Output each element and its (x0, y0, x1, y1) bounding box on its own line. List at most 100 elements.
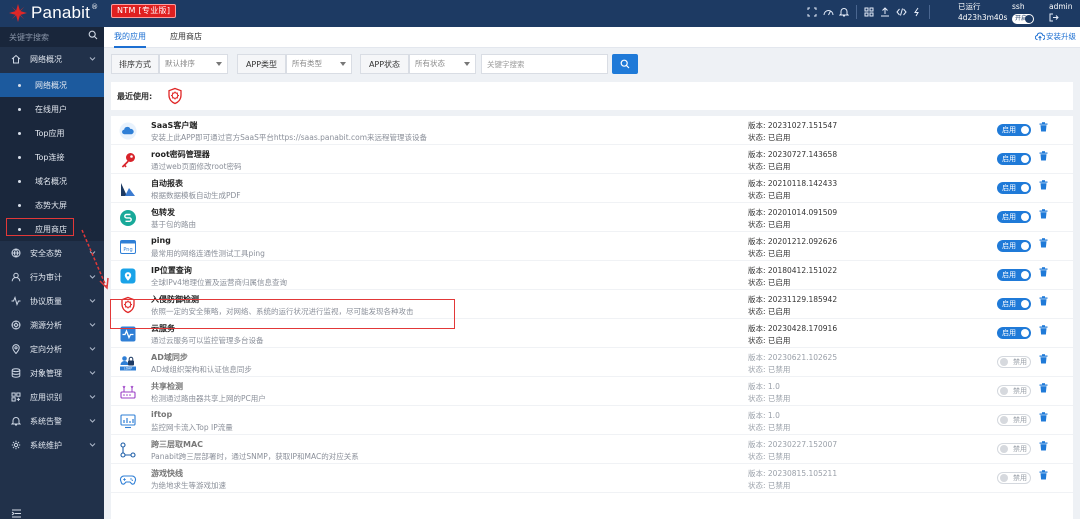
enable-toggle[interactable]: 启用 (997, 153, 1031, 165)
sidebar-search-input[interactable] (9, 31, 81, 43)
cloud-icon (119, 122, 137, 140)
trash-icon[interactable] (1039, 441, 1048, 452)
bullet (18, 107, 21, 111)
app-row-auto-report[interactable]: 自动报表 根据数据模板自动生成PDF 版本: 20210118.142433 状… (111, 174, 1073, 203)
sidebar-item-targeted-analysis[interactable]: 定向分析 (0, 337, 104, 361)
app-row-root-password-manager[interactable]: root密码管理器 通过web页面修改root密码 版本: 20230727.1… (111, 145, 1073, 174)
enable-toggle[interactable]: 启用 (997, 182, 1031, 194)
app-row-saas-client[interactable]: SaaS客户端 安装上此APP即可通过官方SaaS平台https://saas.… (111, 116, 1073, 145)
disable-toggle[interactable]: 禁用 (997, 472, 1031, 484)
trash-icon[interactable] (1039, 354, 1048, 365)
pulse-icon (11, 296, 21, 306)
grid-icon[interactable] (861, 5, 877, 19)
sidebar-item-trace-analysis[interactable]: 溯源分析 (0, 313, 104, 337)
sidebar-sub-situation-screen[interactable]: 态势大屏 (0, 193, 104, 217)
enable-toggle[interactable]: 启用 (997, 327, 1031, 339)
logout-icon[interactable] (1049, 13, 1073, 25)
logo-registered: ® (91, 3, 99, 11)
sidebar-item-app-recognition[interactable]: 应用识别 (0, 385, 104, 409)
dashboard-icon[interactable] (820, 5, 836, 19)
app-status: 状态: 已启用 (748, 249, 791, 258)
sidebar-sub-online-users[interactable]: 在线用户 (0, 97, 104, 121)
sidebar-item-system-alarm[interactable]: 系统告警 (0, 409, 104, 433)
app-version: 版本: 20210118.142433 (748, 179, 838, 188)
code-icon[interactable] (893, 5, 909, 19)
home-icon (11, 54, 21, 64)
annotation-arrow (81, 229, 109, 290)
sidebar-item-label: 网络概况 (30, 54, 62, 64)
logo[interactable]: Panabit ® (8, 2, 98, 24)
app-status-select[interactable]: 所有状态 (409, 54, 476, 74)
app-row-share-detection[interactable]: 共享检测 检测通过路由器共享上网的PC用户 版本: 1.0 状态: 已禁用 禁用 (111, 377, 1073, 406)
forward-icon (120, 210, 136, 226)
cloud-upload-icon (1034, 32, 1046, 41)
bolt-icon[interactable] (909, 5, 925, 19)
app-type-select[interactable]: 所有类型 (286, 54, 352, 74)
app-description: 全球IPv4地理位置及运营商归属信息查询 (151, 278, 287, 287)
app-status: 状态: 已禁用 (748, 423, 791, 432)
trash-icon[interactable] (1039, 209, 1048, 220)
sidebar-item-object-management[interactable]: 对象管理 (0, 361, 104, 385)
app-row-cross-layer3-mac[interactable]: 跨三层取MAC Panabit跨三层部署时，通过SNMP，获取IP和MAC的对应… (111, 435, 1073, 464)
bell-icon[interactable] (836, 5, 852, 19)
disable-toggle[interactable]: 禁用 (997, 356, 1031, 368)
enable-toggle[interactable]: 启用 (997, 269, 1031, 281)
install-upgrade-link[interactable]: 安装升级 (1034, 31, 1076, 42)
search-button[interactable] (612, 54, 638, 74)
disable-toggle[interactable]: 禁用 (997, 414, 1031, 426)
sidebar-sub-network-overview[interactable]: 网络概况 (0, 73, 104, 97)
app-row-iftop[interactable]: iftop 监控网卡流入Top IP流量 版本: 1.0 状态: 已禁用 禁用 (111, 406, 1073, 435)
virus-shield-icon[interactable] (166, 87, 184, 105)
disable-toggle[interactable]: 禁用 (997, 385, 1031, 397)
app-description: 监控网卡流入Top IP流量 (151, 423, 233, 432)
app-name: SaaS客户端 (151, 121, 198, 130)
sidebar-sub-top-apps[interactable]: Top应用 (0, 121, 104, 145)
trash-icon[interactable] (1039, 383, 1048, 394)
enable-toggle[interactable]: 启用 (997, 124, 1031, 136)
app-row-ip-location[interactable]: IP位置查询 全球IPv4地理位置及运营商归属信息查询 版本: 20180412… (111, 261, 1073, 290)
admin-label: admin (1049, 2, 1073, 11)
app-version: 版本: 20201212.092626 (748, 237, 838, 246)
location-icon (11, 344, 21, 354)
app-status-select-value: 所有状态 (415, 59, 445, 68)
trash-icon[interactable] (1039, 151, 1048, 162)
sidebar-item-label: 对象管理 (30, 368, 62, 378)
trash-icon[interactable] (1039, 238, 1048, 249)
ssh-toggle[interactable]: 开启 (1012, 14, 1034, 24)
admin-menu[interactable]: admin (1049, 1, 1073, 25)
app-row-game-accelerator[interactable]: 游戏快线 为绝地求生等游戏加速 版本: 20230815.105211 状态: … (111, 464, 1073, 493)
trash-icon[interactable] (1039, 122, 1048, 133)
sidebar-item-network-overview[interactable]: 网络概况 (0, 47, 104, 71)
trash-icon[interactable] (1039, 470, 1048, 481)
enable-toggle[interactable]: 启用 (997, 240, 1031, 252)
caret-down-icon (216, 62, 222, 66)
filter-bar: 排序方式 默认排序 APP类型 所有类型 APP状态 所有状态 (111, 54, 1073, 76)
bullet (18, 203, 21, 207)
sidebar-search (0, 27, 104, 47)
tab-app-store[interactable]: 应用商店 (170, 27, 202, 48)
upload-icon[interactable] (877, 5, 893, 19)
sort-select[interactable]: 默认排序 (159, 54, 228, 74)
app-row-ad-sync[interactable]: LDAP AD域同步 AD域组织架构和认证信息同步 版本: 20230621.1… (111, 348, 1073, 377)
app-type-select-value: 所有类型 (292, 59, 322, 68)
keyword-search-input[interactable] (481, 54, 608, 74)
collapse-menu-icon[interactable] (11, 509, 23, 519)
app-row-ping[interactable]: Png ping 最常用的网络连通性测试工具ping 版本: 20201212.… (111, 232, 1073, 261)
trash-icon[interactable] (1039, 180, 1048, 191)
sidebar-sub-domain-overview[interactable]: 域名概况 (0, 169, 104, 193)
tab-my-apps[interactable]: 我的应用 (114, 27, 146, 48)
disable-toggle[interactable]: 禁用 (997, 443, 1031, 455)
enable-toggle[interactable]: 启用 (997, 211, 1031, 223)
trash-icon[interactable] (1039, 412, 1048, 423)
sidebar-item-label: 在线用户 (35, 104, 67, 114)
trash-icon[interactable] (1039, 325, 1048, 336)
chevron-down-icon (89, 345, 97, 353)
trash-icon[interactable] (1039, 267, 1048, 278)
expand-icon[interactable] (804, 5, 820, 19)
search-icon[interactable] (88, 30, 100, 42)
enable-toggle[interactable]: 启用 (997, 298, 1031, 310)
trash-icon[interactable] (1039, 296, 1048, 307)
app-row-packet-forward[interactable]: 包转发 基于包的路由 版本: 20201014.091509 状态: 已启用 启… (111, 203, 1073, 232)
sidebar-sub-top-connections[interactable]: Top连接 (0, 145, 104, 169)
sidebar-item-system-maintenance[interactable]: 系统维护 (0, 433, 104, 457)
